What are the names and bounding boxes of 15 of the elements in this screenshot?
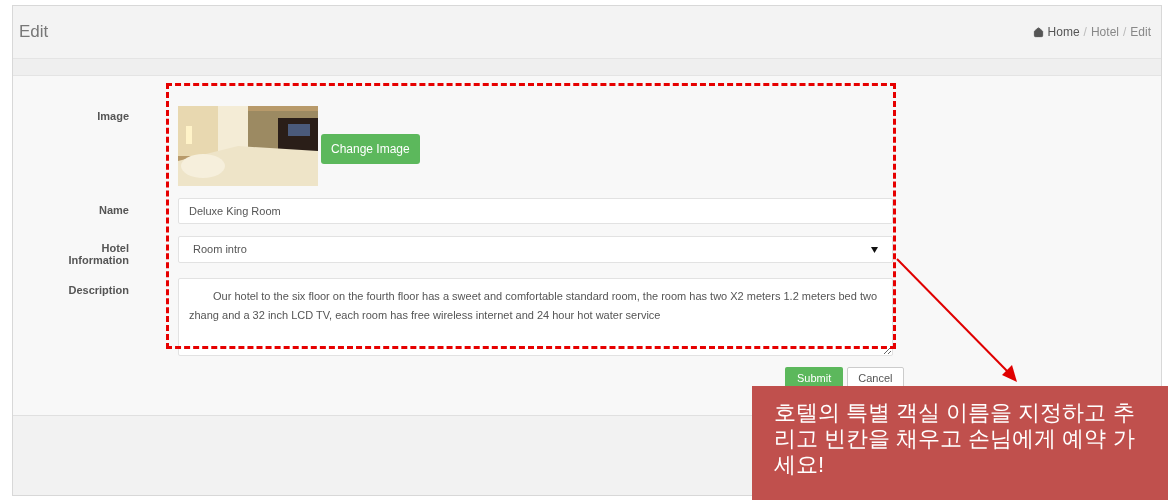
callout-text: 호텔의 특별 객실 이름을 지정하고 추 리고 빈칸을 채우고 손님에게 예약 가 세요! (774, 400, 1136, 478)
description-field[interactable]: Our hotel to the six floor on the fourth floor has a sweet and comfortable standard room, the room has two X2 meters 1.2 meters bed two zhang and a 32 inch LCD TV, each room has free wireless internet and 24 hour hot water service (178, 278, 893, 356)
field-label: Hotel Information (67, 242, 129, 266)
page-title: Edit (19, 21, 49, 44)
field-label: Image (97, 110, 129, 122)
breadcrumb-separator: / (1083, 24, 1087, 41)
name-field[interactable]: Deluxe King Room (178, 198, 893, 224)
select-field[interactable]: Room intro (178, 236, 893, 263)
cancel-button[interactable]: Cancel (847, 367, 904, 389)
home-icon (1032, 26, 1044, 38)
caret-icon (871, 246, 878, 253)
field-label: Description (68, 284, 129, 296)
breadcrumb-separator: / (1122, 24, 1127, 41)
field-label: Name (99, 204, 129, 216)
breadcrumb-link[interactable]: Home (1047, 23, 1080, 41)
